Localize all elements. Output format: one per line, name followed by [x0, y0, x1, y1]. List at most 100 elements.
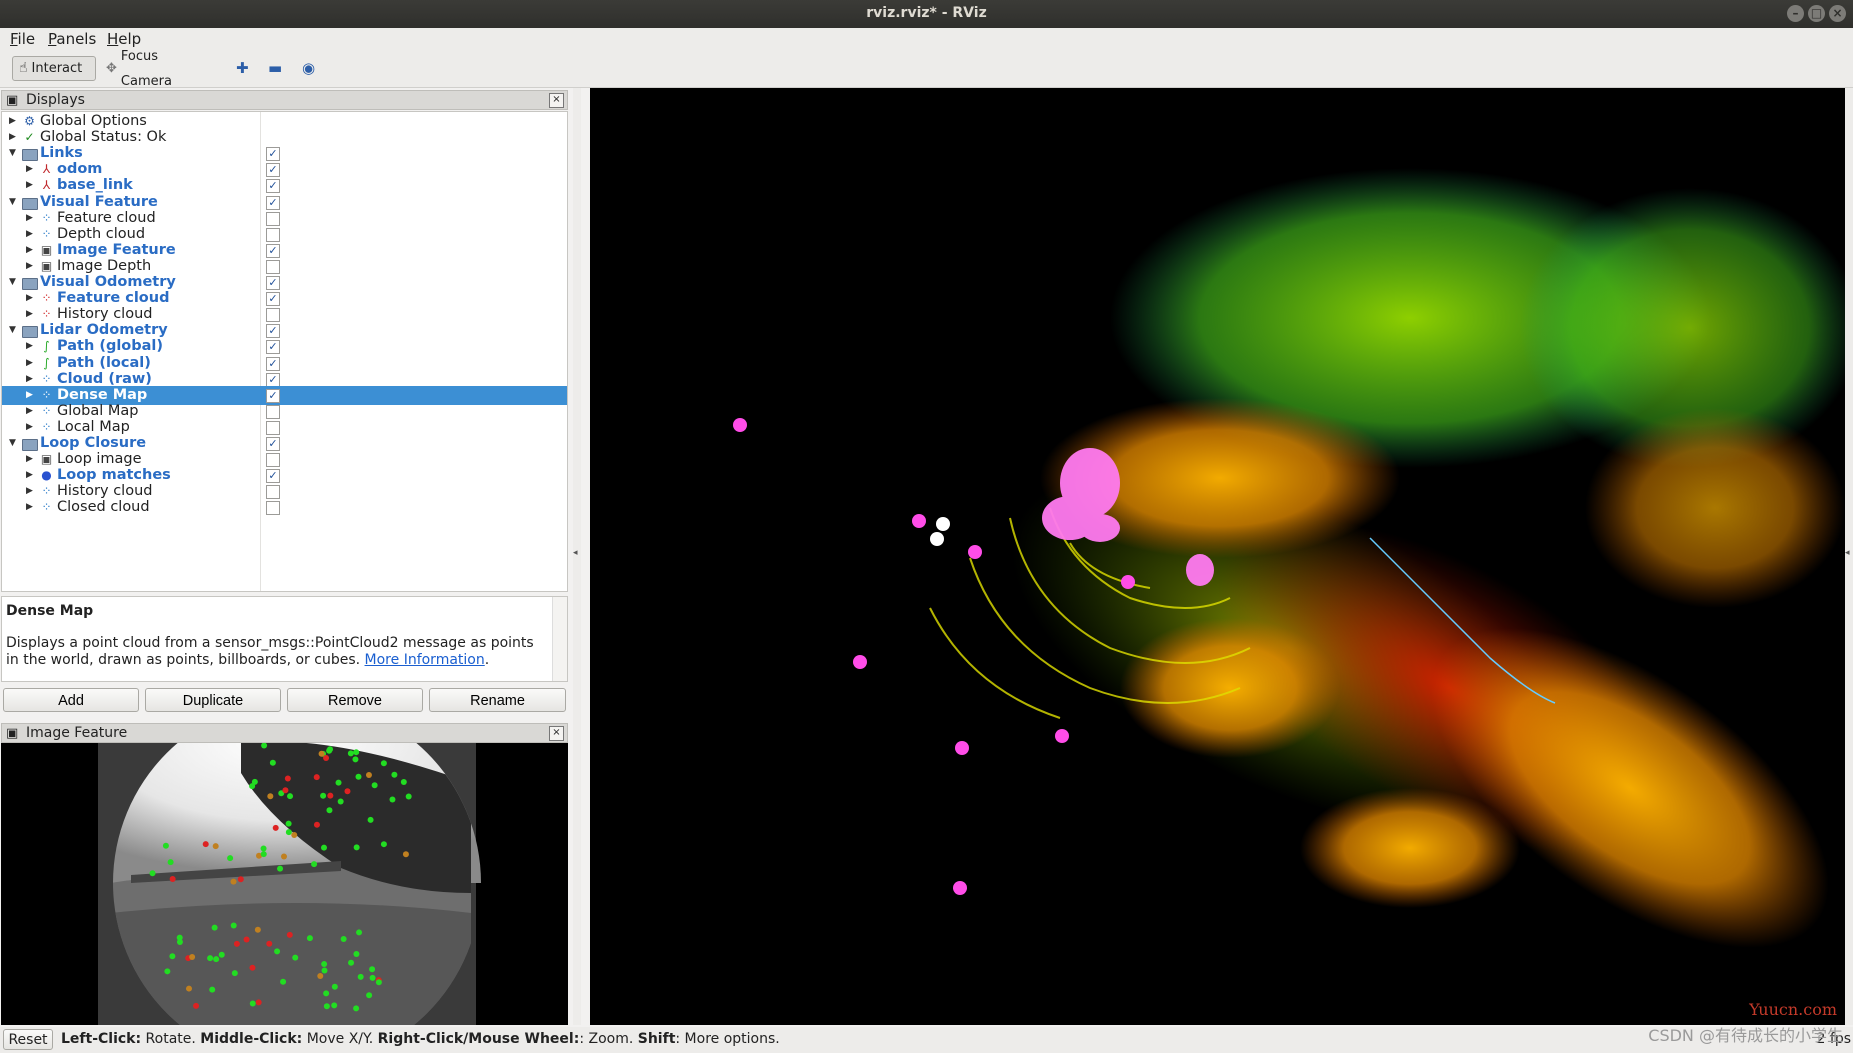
pointcloud-icon: ⁘ [41, 210, 52, 225]
duplicate-button[interactable]: Duplicate [145, 688, 281, 712]
menu-panels[interactable]: Panels [48, 30, 96, 48]
visibility-checkbox[interactable] [266, 420, 280, 435]
visibility-checkbox[interactable]: ✓ [266, 292, 280, 307]
feature-point [321, 961, 328, 968]
image-icon: ▣ [40, 242, 53, 257]
feature-point [344, 788, 351, 795]
rename-button[interactable]: Rename [429, 688, 566, 712]
feature-point [272, 824, 279, 831]
visibility-checkbox[interactable]: ✓ [266, 324, 280, 339]
crosshair-icon: ✥ [106, 61, 117, 76]
feature-point [230, 922, 237, 929]
visibility-checkbox[interactable] [266, 404, 280, 419]
feature-point [227, 855, 234, 862]
visibility-checkbox[interactable]: ✓ [266, 195, 280, 210]
visibility-checkbox[interactable]: ✓ [266, 469, 280, 484]
expand-arrow-icon[interactable]: ▶ [26, 498, 33, 517]
3d-render-view[interactable] [590, 88, 1845, 1025]
feature-point [292, 954, 299, 961]
image-icon: ▣ [40, 258, 53, 273]
remove-button[interactable]: Remove [287, 688, 423, 712]
remove-tool-button[interactable]: ▬ [262, 56, 290, 81]
close-panel-icon[interactable]: × [549, 93, 564, 108]
hint-right-key: Right-Click/Mouse Wheel: [377, 1031, 580, 1047]
point-cloud-render[interactable] [590, 88, 1845, 1025]
feature-point [306, 935, 313, 942]
visibility-checkbox[interactable]: ✓ [266, 163, 280, 178]
minimize-icon[interactable]: – [1787, 5, 1804, 22]
feature-point [211, 924, 218, 931]
visibility-checkbox[interactable] [266, 211, 280, 226]
folder-icon [22, 195, 38, 210]
description-scrollbar[interactable] [552, 597, 567, 681]
feature-point [260, 845, 267, 852]
feature-point [321, 844, 328, 851]
feature-point [355, 773, 362, 780]
feature-point [207, 955, 214, 962]
view-tool-button[interactable]: ◉ [296, 56, 324, 81]
visibility-checkbox[interactable]: ✓ [266, 243, 280, 258]
add-button[interactable]: Add [3, 688, 139, 712]
add-tool-button[interactable]: ✚ [230, 56, 254, 81]
visibility-checkbox[interactable] [266, 453, 280, 468]
visibility-checkbox[interactable]: ✓ [266, 340, 280, 355]
visibility-checkbox[interactable] [266, 501, 280, 516]
feature-point [193, 1002, 200, 1009]
visibility-checkbox[interactable] [266, 227, 280, 242]
visibility-checkbox[interactable]: ✓ [266, 388, 280, 403]
feature-point [280, 853, 287, 860]
feature-point [375, 979, 382, 986]
close-icon[interactable]: × [1829, 5, 1846, 22]
feature-point [233, 940, 240, 947]
reset-button[interactable]: Reset [3, 1029, 53, 1050]
feature-point [340, 936, 347, 943]
visibility-checkbox[interactable]: ✓ [266, 179, 280, 194]
pose-marker [733, 418, 747, 432]
feature-point [280, 978, 287, 985]
hand-icon: ☝ [19, 60, 28, 76]
visibility-checkbox[interactable]: ✓ [266, 437, 280, 451]
feature-point [237, 876, 244, 883]
feature-point [369, 966, 376, 973]
tree-row[interactable]: ▶ ⁘ Closed cloud [2, 498, 567, 517]
visibility-checkbox[interactable] [266, 259, 280, 274]
focus-camera-tool-button[interactable]: ✥ Focus Camera [100, 49, 210, 89]
description-body: Displays a point cloud from a sensor_msg… [6, 635, 536, 669]
pointcloud-icon: ⁘ [41, 403, 52, 418]
feature-point [405, 793, 412, 800]
visibility-checkbox[interactable]: ✓ [266, 356, 280, 371]
feature-point [317, 972, 324, 979]
hint-left-text: Rotate. [141, 1031, 201, 1047]
visibility-checkbox[interactable] [266, 485, 280, 500]
feature-point [366, 992, 373, 999]
more-information-link[interactable]: More Information [365, 652, 485, 668]
feature-point [285, 820, 292, 827]
feature-point [167, 859, 174, 866]
feature-point [356, 929, 363, 936]
pointcloud-red-icon: ⁘ [41, 291, 52, 306]
watermark-csdn: CSDN @有待成长的小学生 [1648, 1026, 1843, 1045]
menu-file[interactable]: File [10, 30, 35, 48]
visibility-checkbox[interactable]: ✓ [266, 372, 280, 387]
feature-point [230, 878, 237, 885]
feature-point [326, 807, 333, 814]
visibility-checkbox[interactable]: ✓ [266, 147, 280, 162]
feature-point [284, 775, 291, 782]
window-title: rviz.rviz* - RViz [866, 5, 987, 21]
interact-tool-button[interactable]: ☝ Interact [12, 56, 96, 81]
left-splitter[interactable]: ◂ [573, 88, 581, 1025]
feature-point [365, 772, 372, 779]
feature-point [380, 841, 387, 848]
feature-point [285, 829, 292, 836]
feature-point [164, 968, 171, 975]
close-image-panel-icon[interactable]: × [549, 726, 564, 741]
feature-point [380, 760, 387, 767]
visibility-checkbox[interactable] [266, 308, 280, 323]
feature-point [352, 756, 359, 763]
feature-point [213, 956, 220, 963]
visibility-checkbox[interactable]: ✓ [266, 276, 280, 290]
hint-shift-key: Shift [637, 1031, 676, 1047]
right-splitter[interactable]: ◂ [1845, 88, 1853, 1025]
maximize-icon[interactable]: □ [1808, 5, 1825, 22]
feature-point [323, 990, 330, 997]
